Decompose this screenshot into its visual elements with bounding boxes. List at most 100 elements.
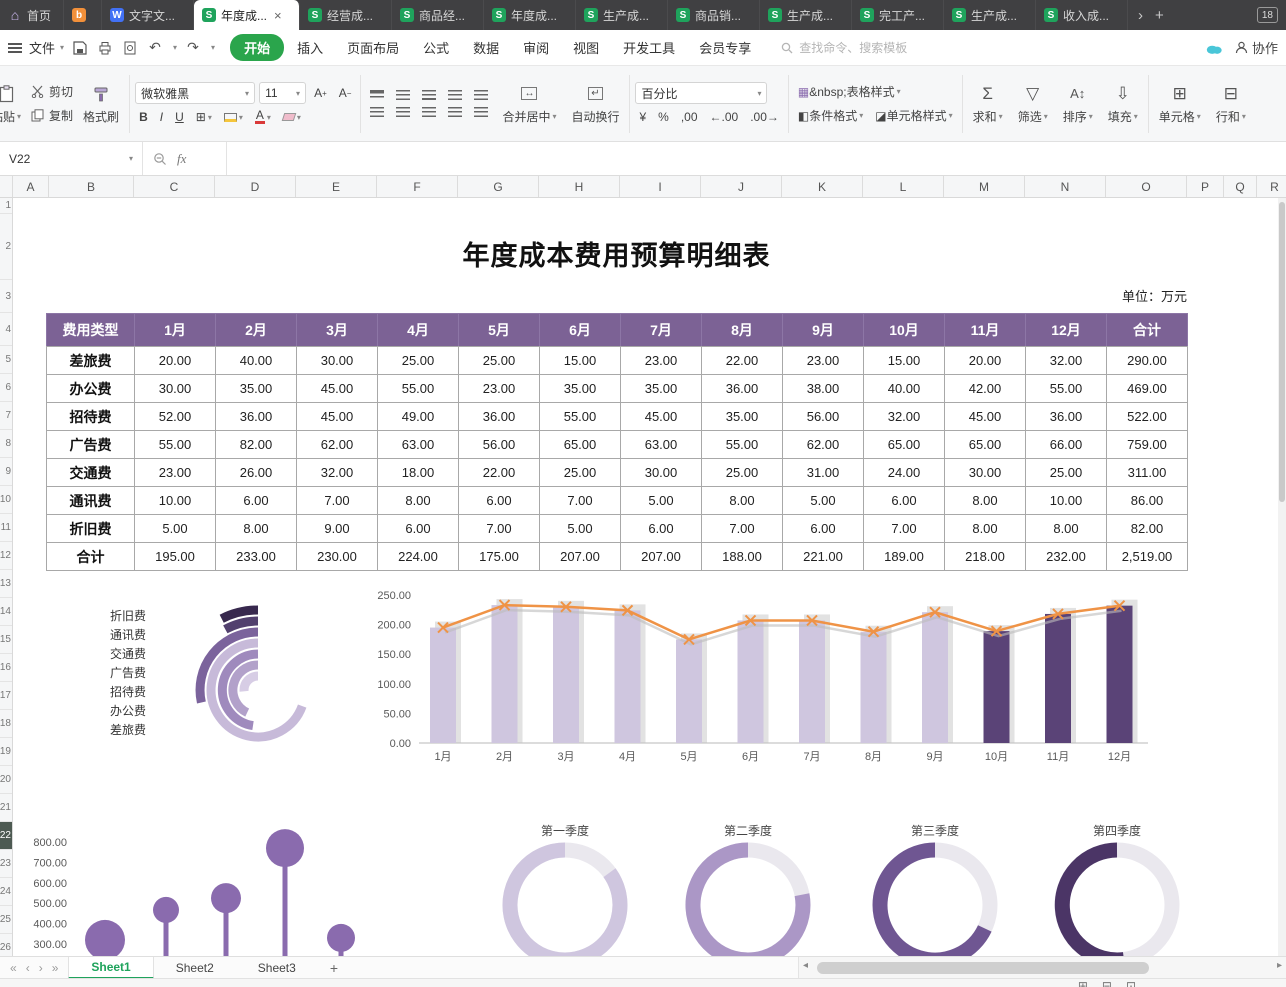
table-cell[interactable]: 6.00 bbox=[378, 515, 459, 543]
row-header[interactable]: 16 bbox=[0, 654, 12, 682]
column-header[interactable]: K bbox=[782, 176, 863, 198]
row-header[interactable]: 4 bbox=[0, 313, 12, 346]
table-cell[interactable]: 55.00 bbox=[540, 403, 621, 431]
table-cell[interactable]: 40.00 bbox=[864, 375, 945, 403]
table-cell[interactable]: 15.00 bbox=[540, 347, 621, 375]
table-cell[interactable]: 31.00 bbox=[783, 459, 864, 487]
table-cell[interactable]: 49.00 bbox=[378, 403, 459, 431]
distribute-button[interactable] bbox=[470, 106, 492, 118]
row-header[interactable]: 23 bbox=[0, 850, 12, 878]
borders-button[interactable]: ⊞▾ bbox=[192, 109, 216, 125]
table-cell[interactable]: 32.00 bbox=[297, 459, 378, 487]
row-header[interactable]: 25 bbox=[0, 906, 12, 934]
menu-tab[interactable]: 插入 bbox=[286, 34, 334, 61]
sheet-tab[interactable]: Sheet3 bbox=[236, 957, 318, 979]
table-cell[interactable]: 62.00 bbox=[297, 431, 378, 459]
normal-view-icon[interactable]: ⊞ bbox=[1078, 979, 1088, 987]
vertical-scrollbar-thumb[interactable] bbox=[1279, 202, 1285, 502]
table-cell[interactable]: 63.00 bbox=[378, 431, 459, 459]
table-cell[interactable]: 66.00 bbox=[1026, 431, 1107, 459]
row-header[interactable]: 22 bbox=[0, 822, 12, 850]
rows-cols-button[interactable]: ⊟行和▾ bbox=[1211, 81, 1251, 127]
table-style-button[interactable]: ▦&nbs​p;表格样式▾ bbox=[794, 82, 905, 101]
row-header[interactable]: 17 bbox=[0, 682, 12, 710]
table-cell[interactable]: 30.00 bbox=[135, 375, 216, 403]
cells-button[interactable]: ⊞单元格▾ bbox=[1154, 81, 1206, 127]
window-tab[interactable]: S生产成... bbox=[944, 0, 1036, 30]
fill-button[interactable]: ⇩填充▾ bbox=[1103, 81, 1143, 127]
table-cell[interactable]: 10.00 bbox=[1026, 487, 1107, 515]
row-header[interactable]: 26 bbox=[0, 934, 12, 956]
table-cell[interactable]: 45.00 bbox=[945, 403, 1026, 431]
table-cell[interactable]: 8.00 bbox=[945, 487, 1026, 515]
table-cell[interactable]: 23.00 bbox=[783, 347, 864, 375]
number-format-button[interactable]: .00→ bbox=[746, 109, 783, 125]
table-cell[interactable]: 207.00 bbox=[621, 543, 702, 571]
menu-tab[interactable]: 开发工具 bbox=[612, 34, 686, 61]
menu-tab[interactable]: 开始 bbox=[230, 34, 284, 61]
column-header[interactable]: C bbox=[134, 176, 215, 198]
table-cell[interactable]: 40.00 bbox=[216, 347, 297, 375]
table-cell[interactable]: 32.00 bbox=[864, 403, 945, 431]
table-cell[interactable]: 30.00 bbox=[945, 459, 1026, 487]
column-header[interactable]: A bbox=[13, 176, 49, 198]
decrease-font-button[interactable]: A− bbox=[335, 85, 356, 101]
bold-button[interactable]: B bbox=[135, 109, 152, 125]
window-tab[interactable]: S生产成... bbox=[760, 0, 852, 30]
table-cell[interactable]: 24.00 bbox=[864, 459, 945, 487]
table-cell[interactable]: 86.00 bbox=[1107, 487, 1188, 515]
table-cell[interactable]: 55.00 bbox=[135, 431, 216, 459]
table-cell[interactable]: 232.00 bbox=[1026, 543, 1107, 571]
collaborate-button[interactable]: 协作 bbox=[1235, 38, 1278, 57]
table-cell[interactable]: 6.00 bbox=[621, 515, 702, 543]
table-cell[interactable]: 56.00 bbox=[783, 403, 864, 431]
number-format-button[interactable]: ¥ bbox=[635, 109, 650, 125]
save-icon[interactable] bbox=[71, 39, 89, 57]
window-tab[interactable]: S商品经... bbox=[392, 0, 484, 30]
table-cell[interactable]: 56.00 bbox=[459, 431, 540, 459]
menu-tab[interactable]: 审阅 bbox=[512, 34, 560, 61]
table-cell[interactable]: 188.00 bbox=[702, 543, 783, 571]
select-all-corner[interactable] bbox=[0, 176, 13, 198]
tab-overflow-icon[interactable]: › bbox=[1138, 7, 1143, 24]
table-cell[interactable]: 7.00 bbox=[459, 515, 540, 543]
copy-button[interactable]: 复制 bbox=[31, 107, 73, 124]
column-header[interactable]: I bbox=[620, 176, 701, 198]
align-top-button[interactable] bbox=[366, 89, 388, 101]
sort-button[interactable]: A↕排序▾ bbox=[1058, 81, 1098, 127]
table-cell[interactable]: 175.00 bbox=[459, 543, 540, 571]
table-cell[interactable]: 8.00 bbox=[216, 515, 297, 543]
menu-icon[interactable] bbox=[8, 43, 22, 53]
table-cell[interactable]: 23.00 bbox=[459, 375, 540, 403]
row-header[interactable]: 15 bbox=[0, 626, 12, 654]
table-cell[interactable]: 36.00 bbox=[459, 403, 540, 431]
table-cell[interactable]: 6.00 bbox=[864, 487, 945, 515]
table-cell[interactable]: 311.00 bbox=[1107, 459, 1188, 487]
new-tab-button[interactable]: + bbox=[1155, 7, 1164, 24]
number-format-select[interactable]: 百分比▾ bbox=[635, 82, 767, 104]
menu-tab[interactable]: 数据 bbox=[462, 34, 510, 61]
paste-button[interactable]: 粘贴▾ bbox=[0, 81, 26, 127]
next-sheet-icon[interactable]: › bbox=[39, 961, 43, 975]
table-cell[interactable]: 8.00 bbox=[1026, 515, 1107, 543]
vertical-scrollbar[interactable] bbox=[1278, 198, 1286, 956]
command-search[interactable]: 查找命令、搜索模板 bbox=[781, 39, 971, 56]
align-center-button[interactable] bbox=[392, 106, 414, 118]
row-header[interactable]: 1 bbox=[0, 198, 12, 214]
print-preview-icon[interactable] bbox=[121, 39, 139, 57]
row-header[interactable]: 6 bbox=[0, 374, 12, 402]
table-cell[interactable]: 25.00 bbox=[540, 459, 621, 487]
table-cell[interactable]: 82.00 bbox=[216, 431, 297, 459]
window-tab[interactable]: S完工产... bbox=[852, 0, 944, 30]
table-cell[interactable]: 233.00 bbox=[216, 543, 297, 571]
font-family-select[interactable]: 微软雅黑▾ bbox=[135, 82, 255, 104]
table-cell[interactable]: 5.00 bbox=[135, 515, 216, 543]
table-cell[interactable]: 20.00 bbox=[135, 347, 216, 375]
sheet-tab[interactable]: Sheet1 bbox=[68, 957, 153, 979]
window-tab[interactable]: S生产成... bbox=[576, 0, 668, 30]
menu-tab[interactable]: 会员专享 bbox=[688, 34, 762, 61]
table-cell[interactable]: 63.00 bbox=[621, 431, 702, 459]
name-box[interactable]: V22▾ bbox=[0, 142, 143, 175]
table-cell[interactable]: 207.00 bbox=[540, 543, 621, 571]
row-header[interactable]: 12 bbox=[0, 542, 12, 570]
